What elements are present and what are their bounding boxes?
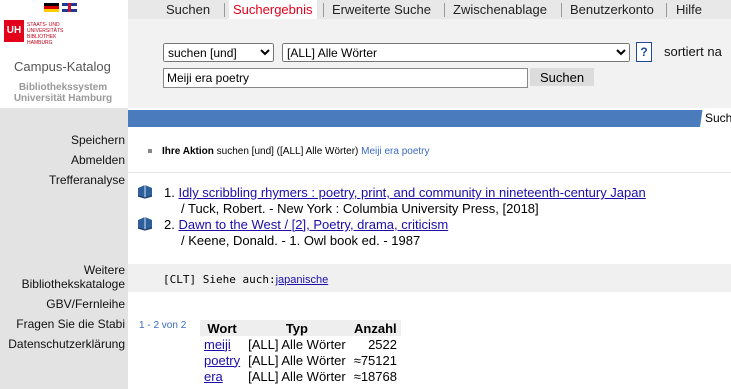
column-header-anzahl: Anzahl xyxy=(349,320,401,336)
german-flag-icon[interactable] xyxy=(44,3,59,12)
action-label: Ihre Aktion xyxy=(162,146,214,157)
english-flag-icon[interactable] xyxy=(62,3,77,12)
action-text: suchen [und] ([ALL] Alle Wörter) xyxy=(216,146,359,157)
top-nav: Suchen Suchergebnis Erweiterte Suche Zwi… xyxy=(128,0,731,19)
subtitle-line-2: Universität Hamburg xyxy=(13,93,113,104)
search-input[interactable] xyxy=(163,68,528,88)
result-1: 1. Idly scribbling rhymers : poetry, pri… xyxy=(164,185,646,217)
result-title-link[interactable]: Dawn to the West / [2], Poetry, drama, c… xyxy=(178,217,448,232)
see-also-link[interactable]: japanische xyxy=(276,274,329,286)
result-details: / Tuck, Robert. - New York : Columbia Un… xyxy=(181,201,539,216)
nav-gbv-fernleihe[interactable]: GBV/Fernleihe xyxy=(46,297,125,311)
tab-erweiterte-suche[interactable]: Erweiterte Suche xyxy=(332,0,431,19)
tab-separator xyxy=(323,3,324,17)
term-type: [ALL] Alle Wörter xyxy=(248,336,346,352)
search-panel xyxy=(128,19,731,108)
search-button[interactable]: Suchen xyxy=(530,68,594,86)
term-link[interactable]: era xyxy=(204,369,223,384)
book-icon xyxy=(137,185,153,199)
search-mode-select[interactable]: suchen [und] xyxy=(163,43,274,62)
column-header-typ: Typ xyxy=(244,320,350,336)
nav-speichern[interactable]: Speichern xyxy=(71,133,125,147)
search-field-select[interactable]: [ALL] Alle Wörter xyxy=(282,43,630,62)
tab-zwischenablage[interactable]: Zwischenablage xyxy=(453,0,547,19)
tab-suchen[interactable]: Suchen xyxy=(166,0,210,19)
tab-hilfe[interactable]: Hilfe xyxy=(676,0,702,19)
table-row: meiji [ALL] Alle Wörter 2522 xyxy=(200,336,401,352)
term-link[interactable]: poetry xyxy=(204,353,240,368)
result-number: 2. xyxy=(164,217,175,232)
nav-fragen-stabi[interactable]: Fragen Sie die Stabi xyxy=(16,317,125,331)
nav-trefferanalyse[interactable]: Trefferanalyse xyxy=(49,173,125,187)
term-link[interactable]: meiji xyxy=(204,337,231,352)
term-count: ≈75121 xyxy=(353,352,397,368)
tab-benutzerkonto[interactable]: Benutzerkonto xyxy=(570,0,654,19)
term-count: 2522 xyxy=(368,336,397,352)
nav-weitere[interactable]: Weitere xyxy=(84,263,125,277)
help-icon[interactable]: ? xyxy=(636,42,652,62)
tab-separator xyxy=(224,3,225,17)
uh-logo-icon: UH xyxy=(4,20,24,42)
column-header-wort: Wort xyxy=(200,320,245,336)
tab-separator xyxy=(444,3,445,17)
tab-separator xyxy=(666,3,667,17)
tab-suchergebnis[interactable]: Suchergebnis xyxy=(229,0,317,19)
see-also: [CLT] Siehe auch:japanische xyxy=(163,273,328,286)
term-statistics-table: Wort Typ Anzahl meiji [ALL] Alle Wörter … xyxy=(200,320,401,384)
term-type: [ALL] Alle Wörter xyxy=(248,368,346,384)
action-query: Meiji era poetry xyxy=(361,146,430,157)
band-search-text[interactable]: Such xyxy=(705,110,731,127)
term-count: ≈18768 xyxy=(353,368,397,384)
tab-separator xyxy=(561,3,562,17)
language-switcher xyxy=(44,3,80,13)
result-range: 1 - 2 von 2 xyxy=(139,320,187,331)
result-details: / Keene, Donald. - 1. Owl book ed. - 198… xyxy=(181,233,421,248)
result-2: 2. Dawn to the West / [2], Poetry, drama… xyxy=(164,217,448,249)
blue-band xyxy=(128,110,731,127)
table-row: poetry [ALL] Alle Wörter ≈75121 xyxy=(200,352,401,368)
term-type: [ALL] Alle Wörter xyxy=(248,352,346,368)
campus-katalog-title: Campus-Katalog xyxy=(14,59,111,74)
current-action: Ihre Aktion suchen [und] ([ALL] Alle Wör… xyxy=(148,146,430,157)
nav-datenschutz[interactable]: Datenschutzerklärung xyxy=(8,337,125,351)
library-logo-text: STAATS- UND UNIVERSITÄTS BIBLIOTHEK HAMB… xyxy=(27,22,64,46)
table-header-row: Wort Typ Anzahl xyxy=(200,320,401,336)
bullet-icon xyxy=(148,149,152,154)
result-title-link[interactable]: Idly scribbling rhymers : poetry, print,… xyxy=(178,185,645,200)
sort-label: sortiert na xyxy=(664,44,722,59)
nav-bibliothekskataloge[interactable]: Bibliothekskataloge xyxy=(22,277,125,291)
subtitle-line-1: Bibliothekssystem xyxy=(18,82,108,93)
see-also-prefix: [CLT] Siehe auch: xyxy=(163,273,276,286)
table-row: era [ALL] Alle Wörter ≈18768 xyxy=(200,368,401,384)
book-icon xyxy=(137,217,153,231)
divider xyxy=(128,172,731,173)
nav-abmelden[interactable]: Abmelden xyxy=(71,153,125,167)
result-number: 1. xyxy=(164,185,175,200)
library-system-subtitle: Bibliothekssystem Universität Hamburg xyxy=(8,82,118,104)
